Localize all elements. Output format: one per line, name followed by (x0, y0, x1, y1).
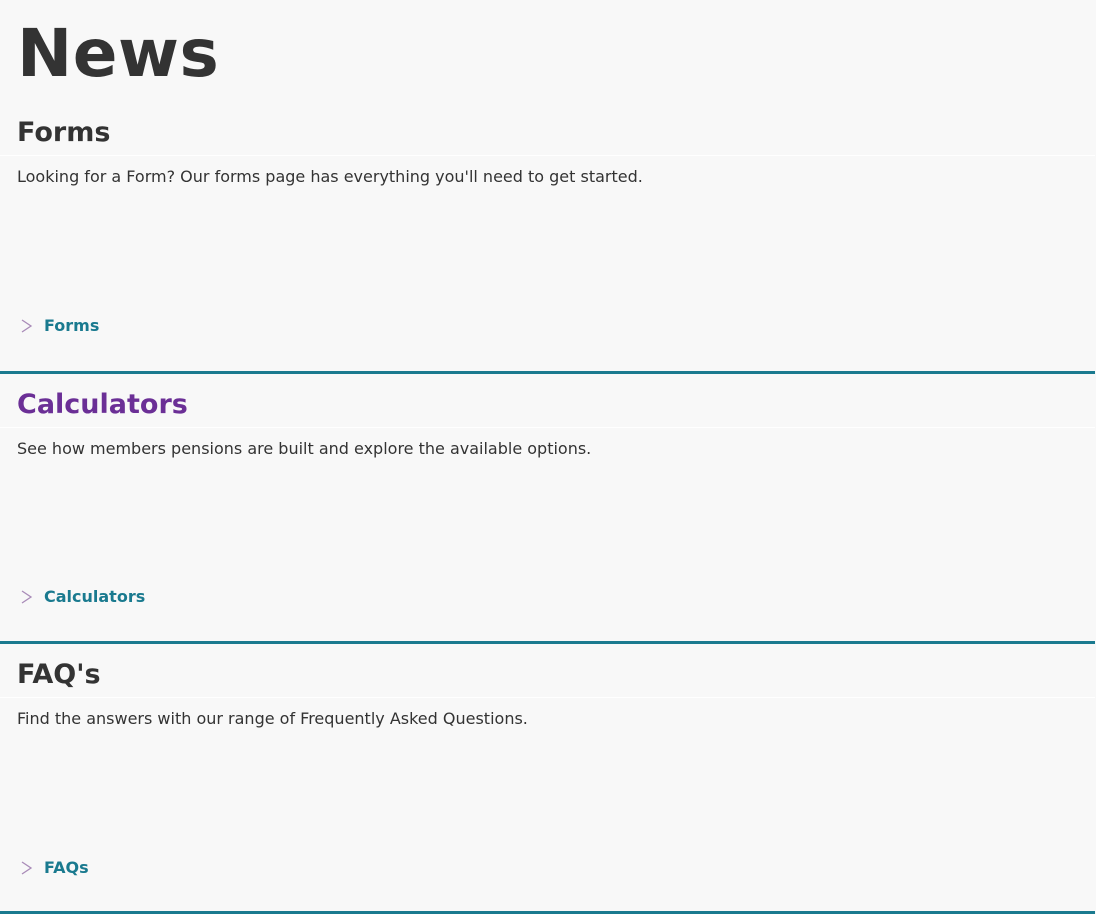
page: News Forms Looking for a Form? Our forms… (0, 0, 1096, 914)
card-divider (0, 697, 1095, 698)
chevron-right-icon (21, 319, 33, 333)
page-title: News (17, 15, 220, 92)
faqs-link-label: FAQs (44, 858, 89, 877)
card-calculators: Calculators See how members pensions are… (0, 385, 1095, 644)
card-description-calculators: See how members pensions are built and e… (17, 439, 592, 458)
card-title-forms[interactable]: Forms (17, 113, 110, 153)
card-faqs: FAQ's Find the answers with our range of… (0, 655, 1095, 914)
faqs-link[interactable]: FAQs (19, 858, 89, 878)
chevron-right-icon (21, 861, 33, 875)
calculators-link[interactable]: Calculators (19, 587, 145, 607)
forms-link[interactable]: Forms (19, 316, 99, 336)
card-description-forms: Looking for a Form? Our forms page has e… (17, 167, 643, 186)
card-forms: Forms Looking for a Form? Our forms page… (0, 113, 1095, 374)
calculators-link-label: Calculators (44, 587, 146, 606)
chevron-right-icon (21, 590, 33, 604)
card-description-faqs: Find the answers with our range of Frequ… (17, 709, 528, 728)
card-divider (0, 155, 1095, 156)
forms-link-label: Forms (44, 316, 100, 335)
card-title-faqs[interactable]: FAQ's (17, 655, 101, 695)
card-title-calculators[interactable]: Calculators (17, 385, 188, 425)
card-divider (0, 427, 1095, 428)
